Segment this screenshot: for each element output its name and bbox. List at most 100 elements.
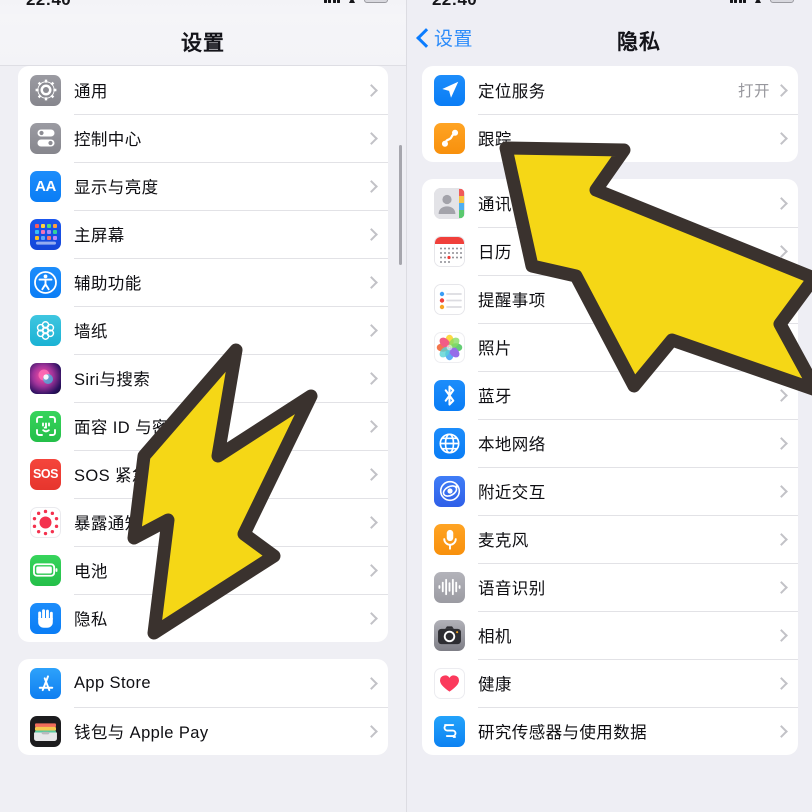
list-item[interactable]: 健康 [422,659,798,707]
list-item[interactable]: 语音识别 [422,563,798,611]
chevron-right-icon [365,563,378,577]
list-item-accessory: 打开 [738,79,798,101]
privacy-scroll-area[interactable]: 定位服务 打开 跟踪 通讯录 日历 提醒事项 照片 蓝牙 本地网络 附近交互 麦… [406,66,812,812]
app-store-icon [30,667,61,699]
list-item[interactable]: 研究传感器与使用数据 [422,707,798,755]
list-item-accessory [365,515,388,529]
list-item-label: 通讯录 [478,196,529,214]
list-item[interactable]: 主屏幕 [18,210,388,258]
list-item-accessory [775,244,798,258]
list-item[interactable]: 暴露通知 [18,498,388,546]
reminders-icon [434,283,465,315]
home-screen-icon [30,218,61,250]
list-item-accessory [365,227,388,241]
list-item[interactable]: AA 显示与亮度 [18,162,388,210]
list-item[interactable]: 辅助功能 [18,258,388,306]
cellular-signal-icon [729,0,746,3]
list-item[interactable]: 定位服务 打开 [422,66,798,114]
wallpaper-icon [30,314,61,346]
settings-group: 定位服务 打开 跟踪 [422,66,798,162]
siri-icon [30,362,61,394]
chevron-left-icon [416,27,430,49]
bluetooth-icon [434,379,465,411]
list-item[interactable]: 通用 [18,66,388,114]
list-item-accessory [775,724,798,738]
chevron-right-icon [775,244,788,258]
list-item-label: SOS 紧急联络 [74,467,183,485]
list-item-accessory [365,83,388,97]
list-item-accessory [365,467,388,481]
dual-screenshot-root: 22:40 设置 通用 [0,0,812,812]
list-item-accessory [775,131,798,145]
settings-scroll-area[interactable]: 通用 控制中心 AA 显示与亮度 主屏幕 辅助功能 墙纸 Siri与搜索 面容 … [0,66,406,812]
list-item[interactable]: 通讯录 [422,179,798,227]
list-item[interactable]: 相机 [422,611,798,659]
settings-group: 通用 控制中心 AA 显示与亮度 主屏幕 辅助功能 墙纸 Siri与搜索 面容 … [18,66,388,642]
list-item-accessory [775,580,798,594]
list-item[interactable]: 墙纸 [18,306,388,354]
list-item-accessory [775,628,798,642]
list-item-accessory [775,196,798,210]
list-item[interactable]: Siri与搜索 [18,354,388,402]
exposure-notification-icon [30,506,61,538]
list-item[interactable]: 本地网络 [422,419,798,467]
microphone-icon [434,523,465,555]
battery-settings-icon [30,554,61,586]
chevron-right-icon [365,131,378,145]
settings-panel: 22:40 设置 通用 [0,0,406,812]
status-bar-indicators [323,0,388,3]
chevron-right-icon [365,676,378,690]
face-id-icon [30,410,61,442]
list-item-label: 主屏幕 [74,227,125,245]
chevron-right-icon [365,323,378,337]
list-item[interactable]: 控制中心 [18,114,388,162]
list-item-label: 相机 [478,628,512,646]
list-item[interactable]: 钱包与 Apple Pay [18,707,388,755]
status-bar-time: 22:40 [26,0,71,10]
wifi-icon [751,0,765,3]
list-item[interactable]: 电池 [18,546,388,594]
list-item-label: 附近交互 [478,484,546,502]
photos-icon [434,331,465,363]
status-value: 打开 [737,83,770,100]
speech-recognition-icon [434,571,465,603]
list-item-accessory [365,676,388,690]
list-item[interactable]: 跟踪 [422,114,798,162]
list-item-label: 控制中心 [74,131,142,149]
list-item-label: 跟踪 [478,131,512,149]
battery-icon [770,0,794,3]
chevron-right-icon [365,227,378,241]
contacts-icon [434,187,465,219]
list-item-accessory [365,611,388,625]
list-item-label: 墙纸 [74,323,108,341]
scrollbar-left[interactable] [399,145,402,265]
list-item-accessory [365,131,388,145]
list-item-accessory [365,323,388,337]
list-item[interactable]: 照片 [422,323,798,371]
chevron-right-icon [775,340,788,354]
list-item[interactable]: 蓝牙 [422,371,798,419]
list-item[interactable]: SOS SOS 紧急联络 [18,450,388,498]
list-item-accessory [775,532,798,546]
back-button[interactable]: 设置 [416,24,473,51]
list-item[interactable]: 日历 [422,227,798,275]
chevron-right-icon [365,515,378,529]
privacy-nav-bar: 设置 隐私 [406,14,812,66]
list-item[interactable]: 隐私 [18,594,388,642]
sos-icon: SOS [30,458,61,490]
chevron-right-icon [775,724,788,738]
camera-icon [434,619,465,651]
list-item-accessory [775,436,798,450]
list-item[interactable]: 麦克风 [422,515,798,563]
list-item[interactable]: 附近交互 [422,467,798,515]
research-sensor-icon [434,715,465,747]
health-icon [434,667,465,699]
settings-group: 通讯录 日历 提醒事项 照片 蓝牙 本地网络 附近交互 麦克风 语音识别 相机 … [422,179,798,755]
list-item-label: 显示与亮度 [74,179,159,197]
list-item[interactable]: 面容 ID 与密码 [18,402,388,450]
list-item-accessory [365,371,388,385]
calendar-icon [434,235,465,267]
list-item[interactable]: 提醒事项 [422,275,798,323]
list-item-accessory [775,676,798,690]
list-item[interactable]: App Store [18,659,388,707]
